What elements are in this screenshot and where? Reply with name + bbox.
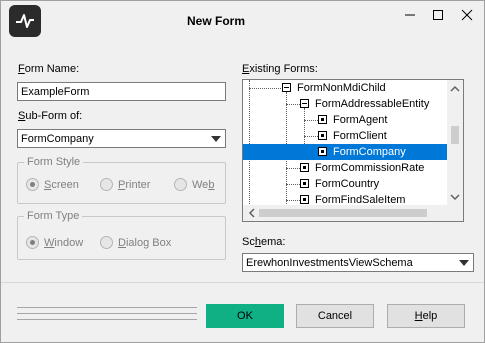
- radio-dot-icon: [26, 178, 39, 191]
- schema-label: Schema:: [242, 236, 286, 248]
- window-title: New Form: [186, 14, 245, 28]
- schema-select[interactable]: ErewhonInvestmentsViewSchema: [242, 253, 474, 272]
- form-style-group: Form Style Screen Printer Web: [17, 156, 226, 204]
- radio-dot-icon: [26, 236, 39, 249]
- leaf-node-icon: [300, 163, 309, 172]
- minimize-icon: [405, 14, 415, 16]
- existing-forms-tree[interactable]: FormNonMdiChild FormAddressableEntity Fo…: [242, 79, 464, 222]
- tree-item-formclient[interactable]: FormClient: [243, 128, 449, 144]
- separator: [1, 282, 484, 283]
- tree-item-formcountry[interactable]: FormCountry: [243, 176, 449, 192]
- horizontal-scrollbar[interactable]: [243, 205, 463, 221]
- radio-dot-icon: [100, 178, 113, 191]
- scroll-thumb[interactable]: [451, 126, 459, 144]
- tree-item-formagent[interactable]: FormAgent: [243, 112, 449, 128]
- scroll-thumb[interactable]: [259, 209, 427, 217]
- radio-dialog-box[interactable]: Dialog Box: [100, 236, 171, 249]
- close-icon: [461, 9, 473, 21]
- radio-window[interactable]: Window: [26, 236, 83, 249]
- tree-item-formnonmdichild[interactable]: FormNonMdiChild: [243, 80, 449, 96]
- cancel-button[interactable]: Cancel: [296, 304, 374, 328]
- grip-lines-icon: [17, 307, 197, 321]
- close-button[interactable]: [454, 5, 480, 25]
- tree-item-formaddressableentity[interactable]: FormAddressableEntity: [243, 96, 449, 112]
- leaf-node-icon: [300, 195, 309, 204]
- form-name-label: Form Name:: [18, 63, 80, 75]
- leaf-node-icon: [318, 131, 327, 140]
- scroll-corner: [447, 205, 463, 221]
- chevron-down-icon[interactable]: [454, 254, 473, 271]
- radio-screen[interactable]: Screen: [26, 178, 79, 191]
- ok-button[interactable]: OK: [206, 304, 284, 328]
- chevron-down-icon[interactable]: [206, 130, 225, 147]
- leaf-node-icon: [300, 179, 309, 188]
- minimize-button[interactable]: [397, 5, 423, 25]
- sub-form-label: Sub-Form of:: [18, 110, 83, 122]
- radio-web[interactable]: Web: [174, 178, 214, 191]
- tree-item-formcompany[interactable]: FormCompany: [243, 144, 449, 160]
- maximize-icon: [433, 10, 443, 20]
- collapse-icon[interactable]: [300, 99, 309, 108]
- tree-item-formcommissionrate[interactable]: FormCommissionRate: [243, 160, 449, 176]
- form-type-group: Form Type Window Dialog Box: [17, 210, 226, 260]
- leaf-node-icon: [318, 115, 327, 124]
- leaf-node-icon: [318, 147, 327, 156]
- new-form-dialog: New Form Form Name: ExampleForm Sub-Form…: [0, 0, 485, 343]
- form-name-input[interactable]: ExampleForm: [17, 82, 226, 101]
- collapse-icon[interactable]: [282, 83, 291, 92]
- schema-value: ErewhonInvestmentsViewSchema: [246, 257, 413, 269]
- scroll-left-icon: [248, 208, 255, 218]
- scroll-down-icon: [450, 194, 460, 201]
- form-style-legend: Form Style: [24, 156, 84, 168]
- title-bar: New Form: [1, 1, 484, 42]
- maximize-button[interactable]: [425, 5, 451, 25]
- radio-printer[interactable]: Printer: [100, 178, 150, 191]
- scroll-up-icon: [450, 85, 460, 92]
- existing-forms-label: Existing Forms:: [242, 63, 318, 75]
- vertical-scrollbar[interactable]: [447, 80, 463, 206]
- sub-form-select[interactable]: FormCompany: [17, 129, 226, 148]
- radio-dot-icon: [100, 236, 113, 249]
- radio-dot-icon: [174, 178, 187, 191]
- help-button[interactable]: Help: [387, 304, 465, 328]
- form-type-legend: Form Type: [24, 210, 83, 222]
- sub-form-value: FormCompany: [21, 133, 94, 145]
